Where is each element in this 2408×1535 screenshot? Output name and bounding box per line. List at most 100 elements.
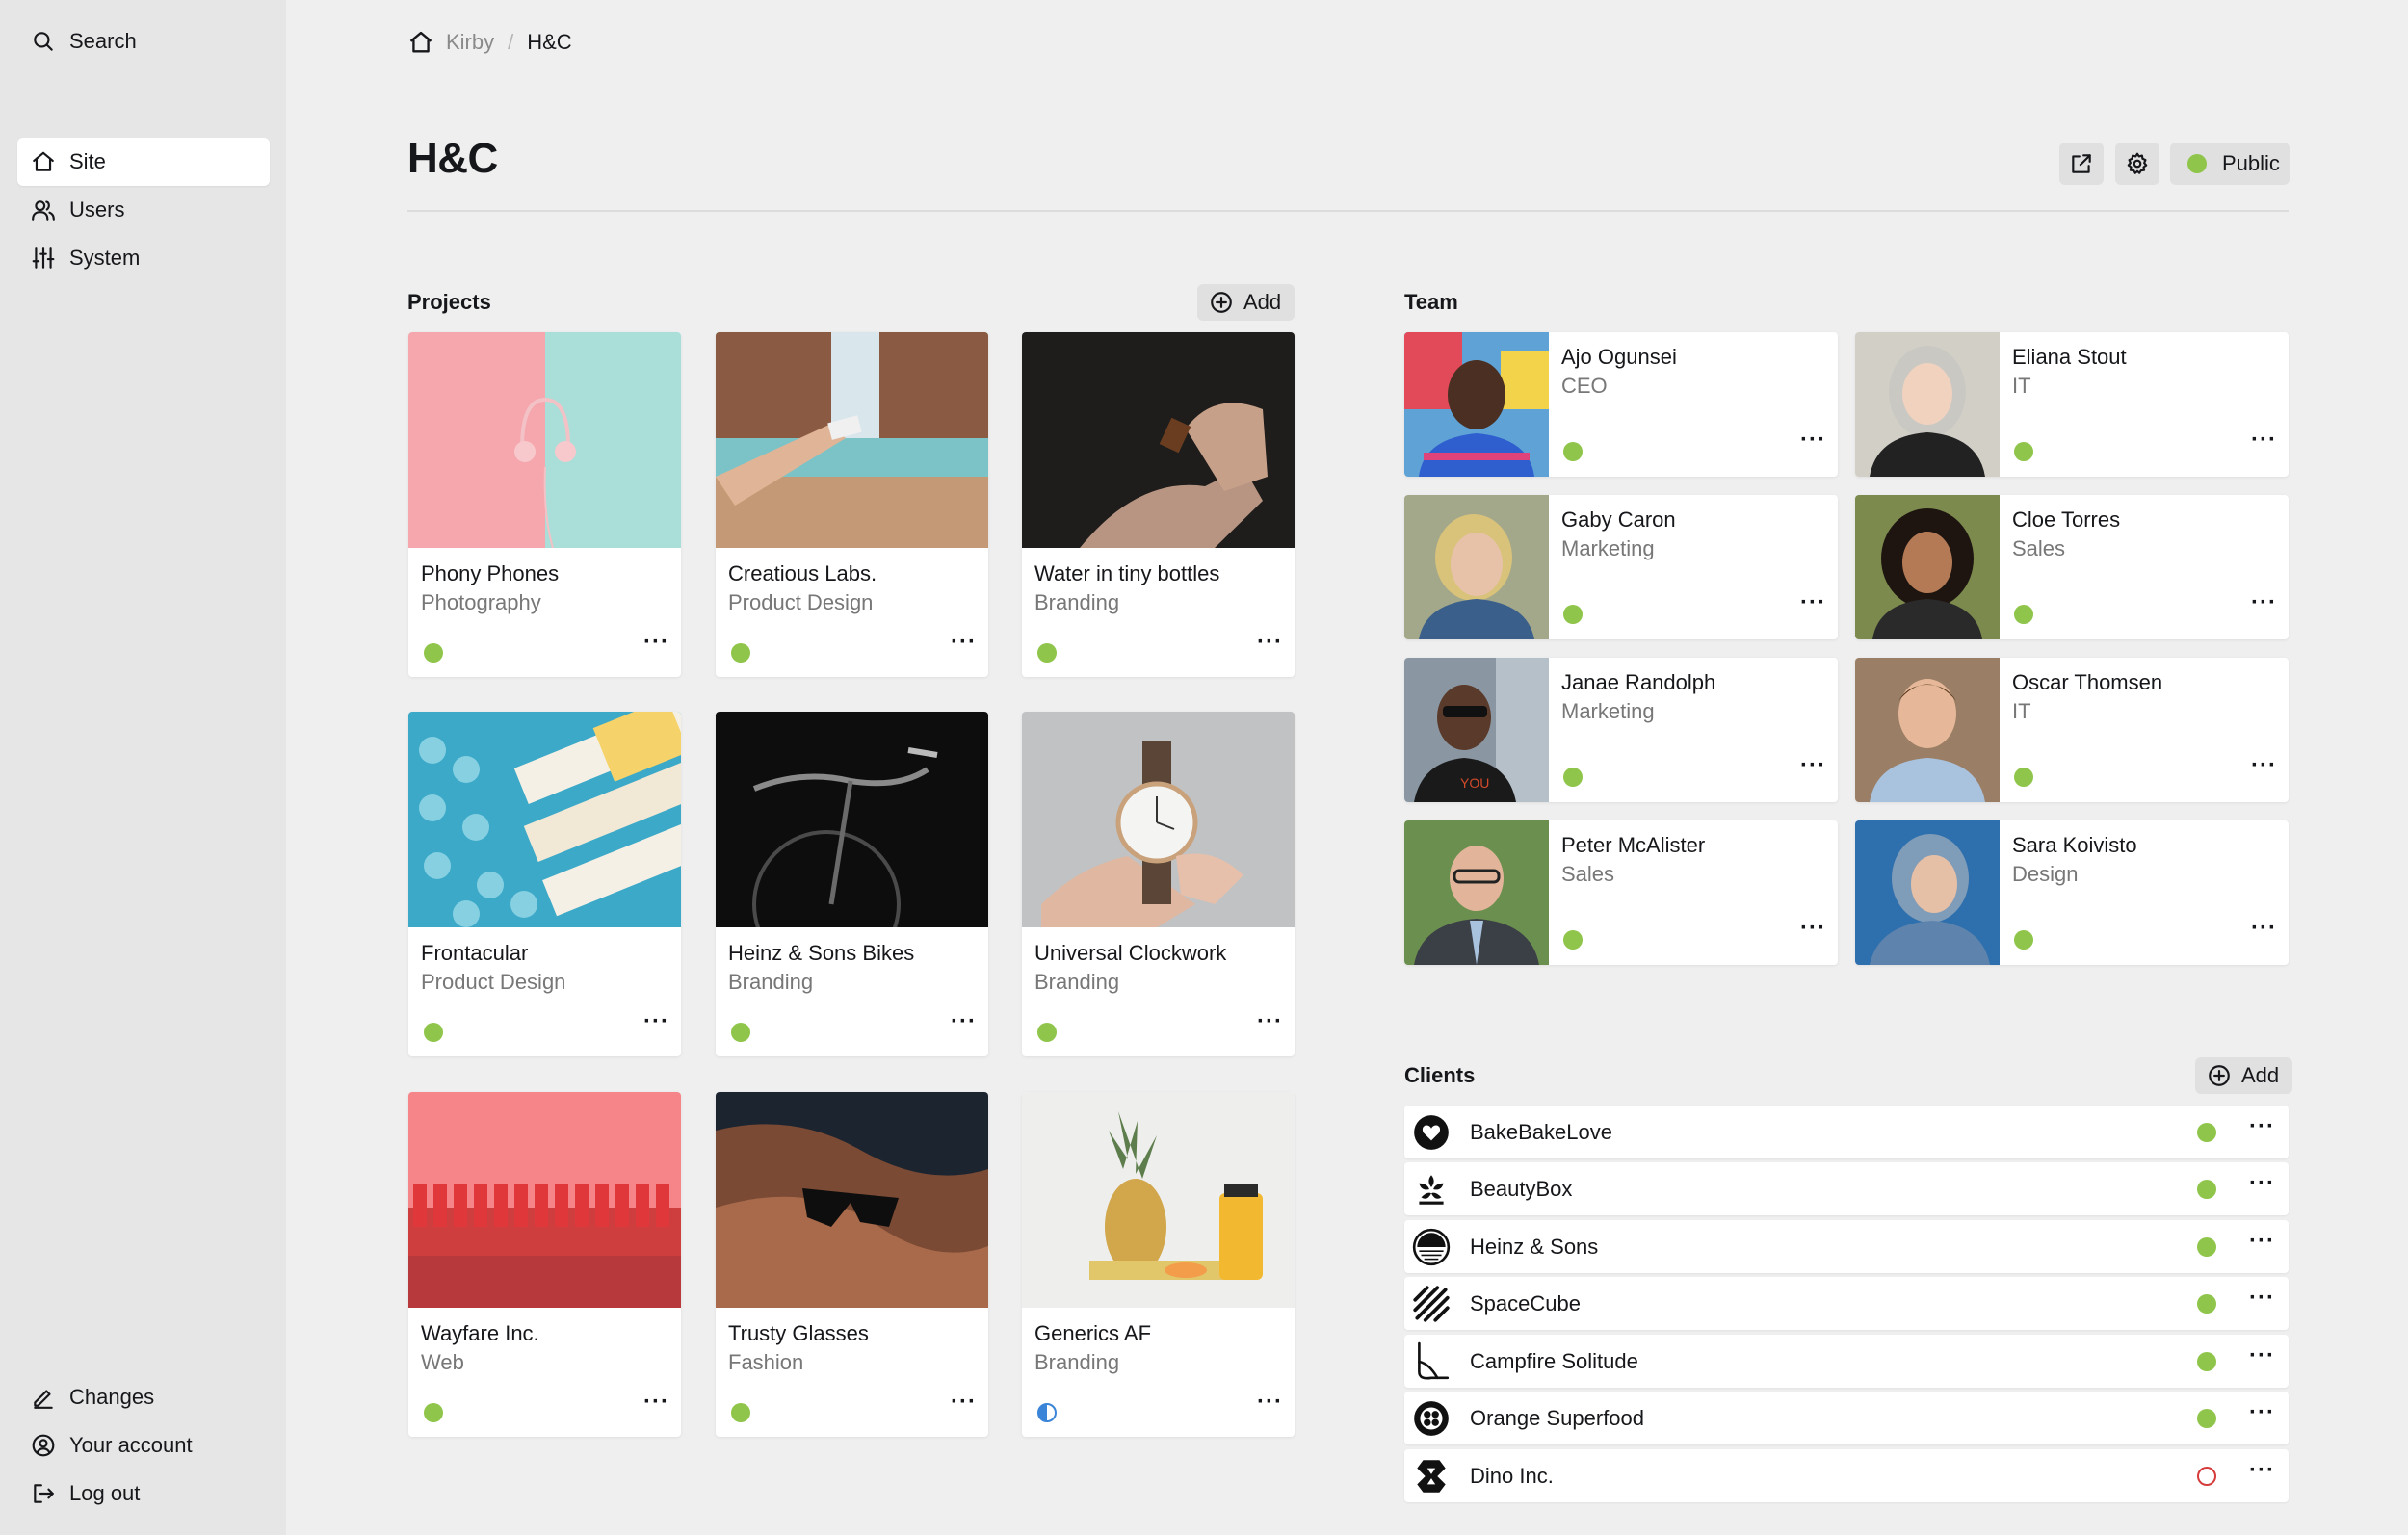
sidebar-item-account[interactable]: Your account: [17, 1421, 270, 1470]
more-options-button[interactable]: ···: [1800, 917, 1826, 940]
status-dot-published[interactable]: [1037, 1023, 1057, 1042]
status-button[interactable]: Public: [2170, 143, 2290, 185]
more-options-button[interactable]: ···: [2251, 429, 2277, 452]
more-options-button[interactable]: ···: [2251, 591, 2277, 614]
more-options-button[interactable]: ···: [2249, 1344, 2275, 1367]
more-options-button[interactable]: ···: [1800, 591, 1826, 614]
status-dot-published[interactable]: [424, 1023, 443, 1042]
more-options-button[interactable]: ···: [1800, 429, 1826, 452]
status-dot-published[interactable]: [2197, 1180, 2216, 1199]
open-preview-button[interactable]: [2059, 143, 2104, 185]
search-button[interactable]: Search: [17, 17, 270, 65]
sidebar-item-system[interactable]: System: [17, 234, 270, 282]
project-image-headphones: [408, 332, 681, 548]
breadcrumb-root[interactable]: Kirby: [446, 30, 494, 55]
status-dot-draft[interactable]: [2197, 1467, 2216, 1486]
clients-add-button[interactable]: Add: [2195, 1057, 2293, 1094]
sidebar-item-changes[interactable]: Changes: [17, 1373, 270, 1421]
more-options-button[interactable]: ···: [951, 631, 977, 654]
sidebar-item-label: Site: [69, 149, 106, 173]
client-row[interactable]: BakeBakeLove ···: [1404, 1106, 2289, 1158]
plus-circle-icon: [2209, 1065, 2230, 1086]
client-row[interactable]: Campfire Solitude ···: [1404, 1335, 2289, 1388]
project-card[interactable]: Phony Phones Photography ···: [408, 332, 681, 677]
client-name: BeautyBox: [1470, 1177, 1573, 1201]
status-dot-published[interactable]: [2197, 1352, 2216, 1371]
sidebar-item-users[interactable]: Users: [17, 186, 270, 234]
status-dot-published[interactable]: [2014, 605, 2033, 624]
client-row[interactable]: BeautyBox ···: [1404, 1162, 2289, 1215]
status-dot-published[interactable]: [1563, 768, 1583, 787]
project-card[interactable]: Creatious Labs. Product Design ···: [716, 332, 988, 677]
more-options-button[interactable]: ···: [2249, 1459, 2275, 1482]
more-options-button[interactable]: ···: [2249, 1172, 2275, 1195]
sidebar-item-logout[interactable]: Log out: [17, 1470, 270, 1518]
more-options-button[interactable]: ···: [1257, 1391, 1283, 1414]
client-row[interactable]: Dino Inc. ···: [1404, 1449, 2289, 1502]
team-section-label: Team: [1404, 290, 1458, 314]
clients-section-label: Clients: [1404, 1063, 1476, 1087]
team-card[interactable]: Sara Koivisto Design ···: [1855, 820, 2289, 965]
search-label: Search: [69, 29, 137, 53]
project-card[interactable]: Frontacular Product Design ···: [408, 712, 681, 1056]
more-options-button[interactable]: ···: [2249, 1287, 2275, 1310]
campfire-logo-icon: [1408, 1339, 1453, 1384]
team-card[interactable]: Oscar Thomsen IT ···: [1855, 658, 2289, 802]
team-card[interactable]: Ajo Ogunsei CEO ···: [1404, 332, 1838, 477]
status-dot-published[interactable]: [2014, 442, 2033, 461]
more-options-button[interactable]: ···: [2249, 1115, 2275, 1138]
more-options-button[interactable]: ···: [643, 631, 669, 654]
more-options-button[interactable]: ···: [2251, 917, 2277, 940]
breadcrumb: Kirby / H&C: [407, 25, 572, 60]
status-dot-published[interactable]: [1037, 643, 1057, 663]
status-dot-published[interactable]: [2197, 1237, 2216, 1257]
more-options-button[interactable]: ···: [951, 1391, 977, 1414]
project-card[interactable]: Water in tiny bottles Branding ···: [1022, 332, 1295, 677]
status-dot-published[interactable]: [424, 1403, 443, 1422]
project-image-bottle: [1022, 332, 1295, 548]
team-card[interactable]: YOU Janae Randolph Marketing ···: [1404, 658, 1838, 802]
more-options-button[interactable]: ···: [2249, 1401, 2275, 1424]
team-card[interactable]: Cloe Torres Sales ···: [1855, 495, 2289, 639]
more-options-button[interactable]: ···: [643, 1010, 669, 1033]
status-dot-published[interactable]: [2197, 1294, 2216, 1314]
projects-add-button[interactable]: Add: [1197, 284, 1296, 321]
status-dot-published[interactable]: [2014, 768, 2033, 787]
status-dot-published[interactable]: [1563, 442, 1583, 461]
project-card[interactable]: Universal Clockwork Branding ···: [1022, 712, 1295, 1056]
client-name: Dino Inc.: [1470, 1464, 1554, 1488]
status-dot-published[interactable]: [731, 1403, 750, 1422]
status-dot-unlisted[interactable]: [1037, 1403, 1057, 1422]
client-row[interactable]: Orange Superfood ···: [1404, 1392, 2289, 1444]
project-card[interactable]: Generics AF Branding ···: [1022, 1092, 1295, 1437]
more-options-button[interactable]: ···: [1257, 631, 1283, 654]
more-options-button[interactable]: ···: [643, 1391, 669, 1414]
breadcrumb-home[interactable]: [407, 29, 434, 56]
sidebar-item-site[interactable]: Site: [17, 138, 270, 186]
team-card[interactable]: Gaby Caron Marketing ···: [1404, 495, 1838, 639]
client-row[interactable]: SpaceCube ···: [1404, 1277, 2289, 1330]
project-card[interactable]: Wayfare Inc. Web ···: [408, 1092, 681, 1437]
more-options-button[interactable]: ···: [951, 1010, 977, 1033]
status-dot-published[interactable]: [2197, 1409, 2216, 1428]
page-settings-button[interactable]: [2115, 143, 2159, 185]
status-dot-published[interactable]: [2197, 1123, 2216, 1142]
more-options-button[interactable]: ···: [1800, 754, 1826, 777]
project-category: Branding: [1034, 590, 1120, 614]
team-card[interactable]: Peter McAlister Sales ···: [1404, 820, 1838, 965]
status-dot-published[interactable]: [1563, 605, 1583, 624]
project-card[interactable]: Trusty Glasses Fashion ···: [716, 1092, 988, 1437]
project-card[interactable]: Heinz & Sons Bikes Branding ···: [716, 712, 988, 1056]
status-dot-published[interactable]: [731, 643, 750, 663]
status-dot-published[interactable]: [1563, 930, 1583, 950]
more-options-button[interactable]: ···: [2249, 1230, 2275, 1253]
team-card[interactable]: Eliana Stout IT ···: [1855, 332, 2289, 477]
status-dot-published[interactable]: [424, 643, 443, 663]
sidebar-item-label: Changes: [69, 1385, 155, 1409]
more-options-button[interactable]: ···: [1257, 1010, 1283, 1033]
breadcrumb-current[interactable]: H&C: [527, 30, 571, 55]
more-options-button[interactable]: ···: [2251, 754, 2277, 777]
status-dot-published[interactable]: [731, 1023, 750, 1042]
client-row[interactable]: Heinz & Sons ···: [1404, 1220, 2289, 1273]
status-dot-published[interactable]: [2014, 930, 2033, 950]
